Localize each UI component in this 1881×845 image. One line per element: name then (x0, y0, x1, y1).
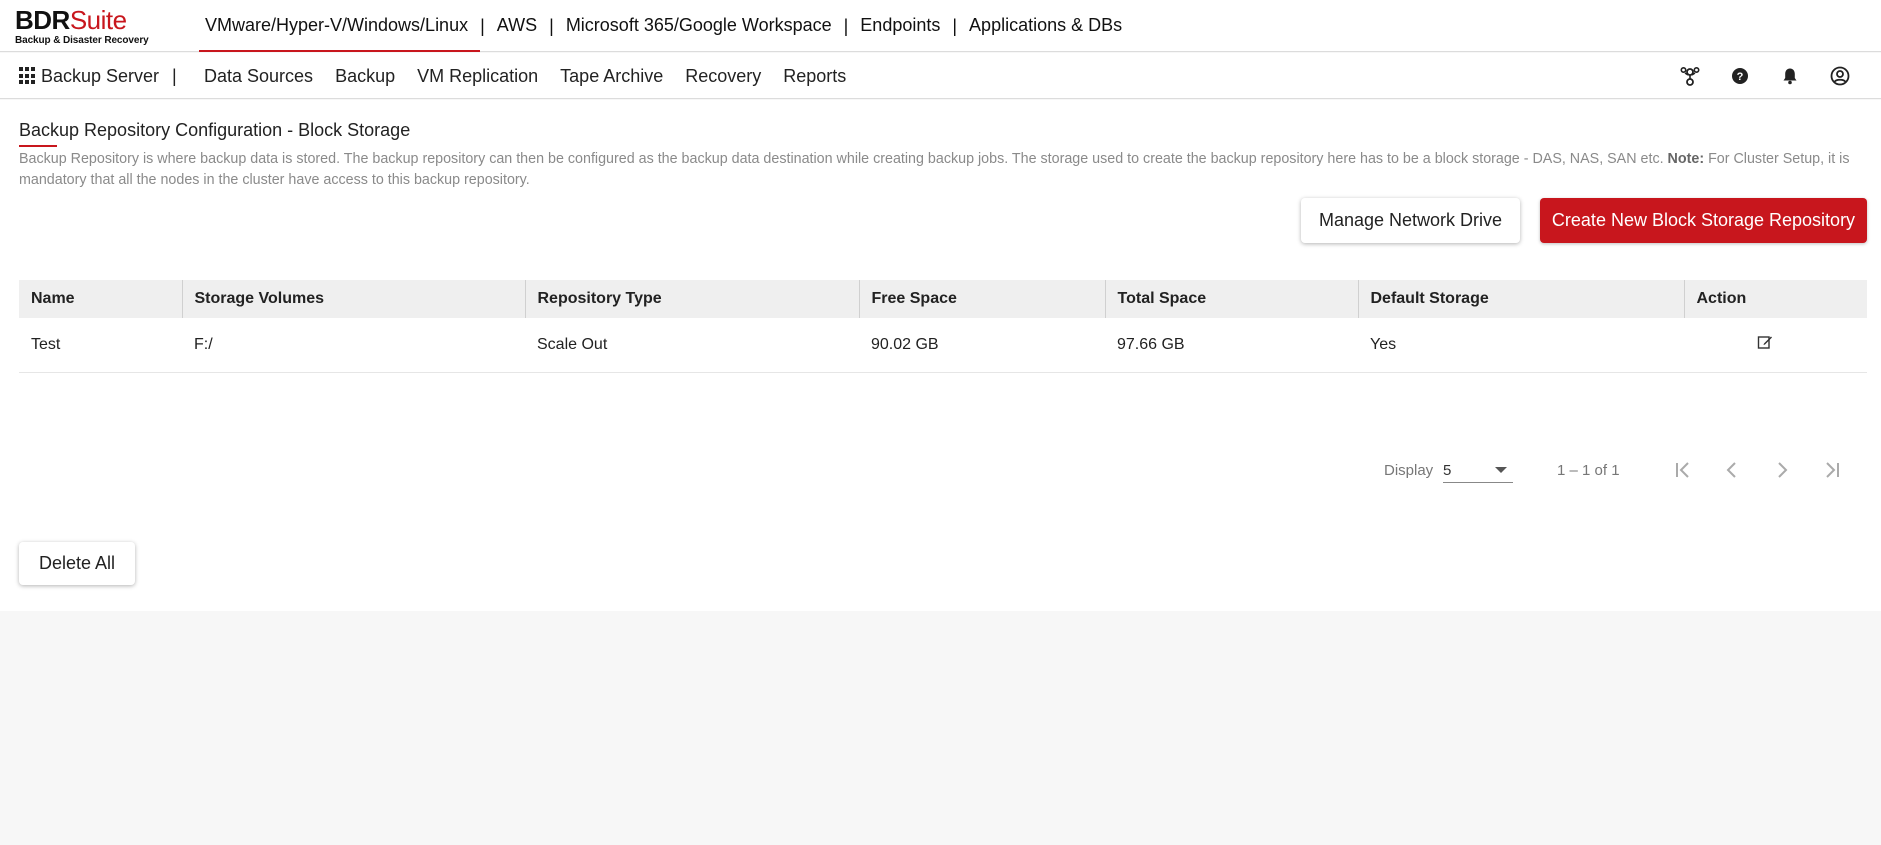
column-header-default-storage[interactable]: Default Storage (1357, 280, 1684, 318)
last-page-icon[interactable] (1819, 457, 1845, 483)
description-text: Backup Repository is where backup data i… (19, 151, 1664, 167)
apps-grid-icon (19, 67, 37, 85)
product-bar: BDRSuite Backup & Disaster Recovery VMwa… (0, 0, 1881, 52)
column-header-free-space[interactable]: Free Space (858, 280, 1105, 318)
nav-item-backup[interactable]: Backup (335, 66, 395, 87)
column-header-action: Action (1683, 280, 1867, 318)
first-page-icon[interactable] (1670, 457, 1696, 483)
column-header-name[interactable]: Name (19, 280, 182, 318)
title-underline (19, 145, 57, 147)
svg-text:?: ? (1737, 71, 1744, 83)
logo-text-bdr: BDR (15, 5, 70, 35)
product-tabs: VMware/Hyper-V/Windows/Linux | AWS | Mic… (199, 0, 1128, 52)
main-nav: Backup Server | Data Sources Backup VM R… (0, 53, 1881, 99)
nav-item-data-sources[interactable]: Data Sources (204, 66, 313, 87)
column-header-storage-volumes[interactable]: Storage Volumes (181, 280, 525, 318)
nav-icons: ? (1651, 53, 1851, 99)
bell-icon[interactable] (1779, 65, 1801, 87)
pagination: Display 5 1 – 1 of 1 (0, 455, 1881, 485)
table-row[interactable]: Test F:/ Scale Out 90.02 GB 97.66 GB Yes (19, 318, 1867, 373)
repository-table: Name Storage Volumes Repository Type Fre… (19, 280, 1867, 373)
delete-all-button[interactable]: Delete All (19, 542, 135, 585)
separator: | (549, 15, 554, 36)
page-range: 1 – 1 of 1 (1557, 462, 1620, 479)
separator: | (172, 66, 177, 86)
product-tab-microsoft365[interactable]: Microsoft 365/Google Workspace (560, 0, 838, 52)
cell-total-space: 97.66 GB (1105, 318, 1358, 373)
column-header-total-space[interactable]: Total Space (1104, 280, 1358, 318)
page-title: Backup Repository Configuration - Block … (19, 120, 411, 140)
product-tab-endpoints[interactable]: Endpoints (854, 0, 946, 52)
nav-item-reports[interactable]: Reports (783, 66, 846, 87)
backup-server-menu[interactable]: Backup Server (19, 53, 159, 99)
display-label: Display (1384, 462, 1434, 479)
note-label: Note: (1667, 151, 1705, 167)
nav-items: Data Sources Backup VM Replication Tape … (204, 53, 868, 99)
page-size-select[interactable]: 5 (1443, 457, 1513, 483)
cell-repository-type: Scale Out (525, 318, 859, 373)
column-header-repository-type[interactable]: Repository Type (524, 280, 859, 318)
backup-server-label: Backup Server (41, 65, 160, 86)
edit-icon[interactable] (1757, 334, 1773, 355)
cell-name: Test (19, 318, 182, 373)
table-header: Name Storage Volumes Repository Type Fre… (19, 280, 1867, 318)
separator: | (480, 15, 485, 36)
chevron-down-icon (1495, 467, 1507, 473)
page-size-value: 5 (1443, 462, 1452, 479)
product-tab-vmware[interactable]: VMware/Hyper-V/Windows/Linux (199, 0, 481, 52)
product-tab-aws[interactable]: AWS (491, 0, 543, 52)
separator: | (843, 15, 849, 36)
page-description: Backup Repository is where backup data i… (19, 149, 1861, 191)
user-profile-icon[interactable] (1829, 65, 1851, 87)
users-network-icon[interactable] (1679, 65, 1701, 87)
cell-free-space: 90.02 GB (859, 318, 1105, 373)
cell-default-storage: Yes (1358, 318, 1684, 373)
next-page-icon[interactable] (1769, 457, 1795, 483)
nav-item-recovery[interactable]: Recovery (685, 66, 761, 87)
nav-item-tape-archive[interactable]: Tape Archive (560, 66, 663, 87)
separator: | (952, 15, 958, 36)
cell-action (1684, 318, 1867, 373)
content-panel: Backup Repository Configuration - Block … (0, 100, 1881, 611)
logo-text-suite: Suite (69, 5, 127, 35)
previous-page-icon[interactable] (1719, 457, 1745, 483)
create-repository-button[interactable]: Create New Block Storage Repository (1540, 198, 1867, 243)
cell-storage-volumes: F:/ (182, 318, 525, 373)
logo-tagline: Backup & Disaster Recovery (15, 35, 149, 46)
product-tab-applications[interactable]: Applications & DBs (963, 0, 1128, 52)
manage-network-drive-button[interactable]: Manage Network Drive (1301, 198, 1520, 243)
bdrsuite-logo[interactable]: BDRSuite Backup & Disaster Recovery (15, 6, 149, 46)
help-icon[interactable]: ? (1729, 65, 1751, 87)
nav-item-vm-replication[interactable]: VM Replication (417, 66, 538, 87)
